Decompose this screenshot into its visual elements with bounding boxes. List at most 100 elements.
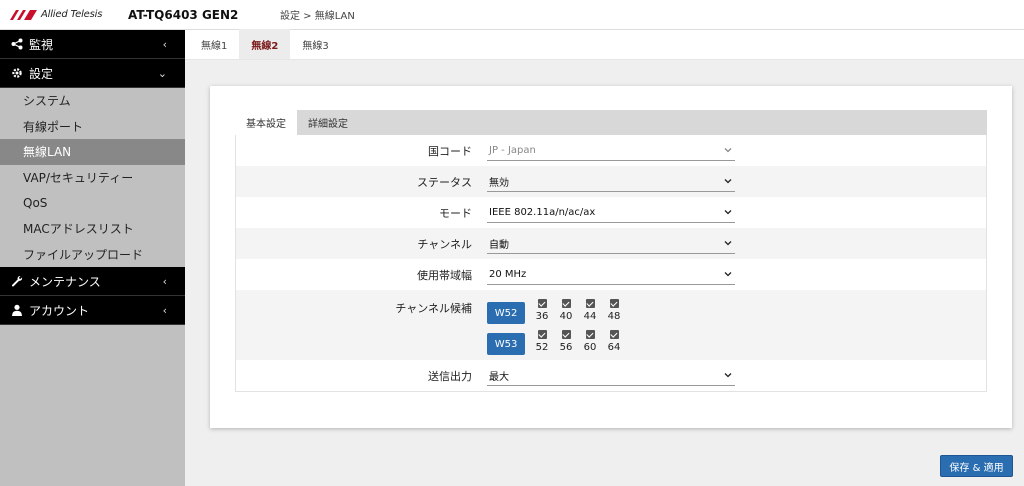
country-code-value: JP - Japan <box>489 144 536 156</box>
bandwidth-value: 20 MHz <box>489 268 527 280</box>
sidebar-section-label: 設定 <box>29 66 54 81</box>
share-icon <box>10 38 24 50</box>
sidebar: 監視 ‹ 設定 ⌄ システム 有線ポート 無線LAN VAP/セキュリティー Q… <box>0 30 185 486</box>
channel-checkbox-52[interactable]: 52 <box>530 327 554 353</box>
device-model: AT-TQ6403 GEN2 <box>128 7 239 22</box>
chevron-down-icon <box>724 272 732 277</box>
bandwidth-label: 使用帯域幅 <box>417 268 472 282</box>
radio-tabs: 無線1 無線2 無線3 <box>185 29 1024 60</box>
sidebar-item-system[interactable]: システム <box>0 88 185 114</box>
country-code-select[interactable]: JP - Japan <box>487 141 735 161</box>
brand-name: Allied Telesis <box>41 9 103 20</box>
allied-telesis-logo-icon <box>10 9 37 20</box>
channel-number: 36 <box>535 311 549 322</box>
channel-group-w53: W53 52 56 60 64 <box>487 327 747 358</box>
channel-number: 44 <box>583 311 597 322</box>
sidebar-item-file-upload[interactable]: ファイルアップロード <box>0 241 185 268</box>
status-value: 無効 <box>489 177 509 189</box>
app-header: Allied Telesis AT-TQ6403 GEN2 設定 > 無線LAN <box>0 0 1024 30</box>
chevron-down-icon: ⌄ <box>157 67 167 80</box>
checkbox-checked-icon <box>537 330 547 339</box>
channel-checkbox-40[interactable]: 40 <box>554 296 578 322</box>
chevron-down-icon <box>724 179 732 184</box>
channel-checkbox-64[interactable]: 64 <box>602 327 626 353</box>
main-content: 無線1 無線2 無線3 基本設定 詳細設定 国コード JP - Japan ステ… <box>185 29 1024 486</box>
user-icon <box>10 304 24 317</box>
chevron-down-icon <box>724 148 732 153</box>
gear-icon <box>10 67 24 79</box>
tab-radio-1[interactable]: 無線1 <box>189 29 239 59</box>
sidebar-section-settings[interactable]: 設定 ⌄ <box>0 59 185 88</box>
channel-checkbox-36[interactable]: 36 <box>530 296 554 322</box>
sidebar-section-account[interactable]: アカウント ‹ <box>0 296 185 326</box>
checkbox-checked-icon <box>609 330 619 339</box>
sidebar-section-maintenance[interactable]: メンテナンス ‹ <box>0 267 185 297</box>
bandwidth-select[interactable]: 20 MHz <box>487 265 735 285</box>
checkbox-checked-icon <box>561 299 571 308</box>
tab-radio-3[interactable]: 無線3 <box>290 29 340 59</box>
channel-number: 60 <box>583 342 597 353</box>
status-select[interactable]: 無効 <box>487 172 735 192</box>
chevron-left-icon: ‹ <box>162 38 167 51</box>
country-code-label: 国コード <box>428 144 472 158</box>
channel-checkbox-60[interactable]: 60 <box>578 327 602 353</box>
channel-select[interactable]: 自動 <box>487 234 735 254</box>
form-row-channel-candidates: チャンネル候補 W52 36 40 44 48 W53 52 56 60 64 <box>236 290 986 360</box>
chevron-left-icon: ‹ <box>162 304 167 318</box>
form-row-bandwidth: 使用帯域幅 20 MHz <box>236 259 986 290</box>
form-row-country: 国コード JP - Japan <box>236 135 986 166</box>
channel-number: 48 <box>607 311 621 322</box>
sidebar-section-monitor[interactable]: 監視 ‹ <box>0 30 185 59</box>
sidebar-section-label: メンテナンス <box>29 274 101 289</box>
sidebar-item-mac-address-list[interactable]: MACアドレスリスト <box>0 215 185 242</box>
w52-button[interactable]: W52 <box>487 302 525 324</box>
tab-advanced-settings[interactable]: 詳細設定 <box>297 110 359 135</box>
mode-label: モード <box>439 206 472 220</box>
channel-checkbox-48[interactable]: 48 <box>602 296 626 322</box>
sidebar-section-label: アカウント <box>29 303 90 318</box>
channel-group-w52: W52 36 40 44 48 <box>487 296 747 327</box>
channel-value: 自動 <box>489 239 509 251</box>
basic-settings-form: 国コード JP - Japan ステータス 無効 モード IEEE 802.11… <box>235 135 987 392</box>
mode-select[interactable]: IEEE 802.11a/n/ac/ax <box>487 203 735 223</box>
channel-label: チャンネル <box>417 237 472 251</box>
w53-button[interactable]: W53 <box>487 333 525 355</box>
chevron-down-icon <box>724 373 732 378</box>
chevron-left-icon: ‹ <box>162 275 167 289</box>
form-row-mode: モード IEEE 802.11a/n/ac/ax <box>236 197 986 228</box>
tab-radio-2[interactable]: 無線2 <box>239 29 291 59</box>
channel-checkbox-44[interactable]: 44 <box>578 296 602 322</box>
checkbox-checked-icon <box>609 299 619 308</box>
channel-number: 56 <box>559 342 573 353</box>
channel-number: 64 <box>607 342 621 353</box>
channel-checkbox-56[interactable]: 56 <box>554 327 578 353</box>
tx-power-value: 最大 <box>489 371 509 383</box>
brand-logo: Allied Telesis <box>10 9 120 21</box>
breadcrumb: 設定 > 無線LAN <box>280 11 355 22</box>
checkbox-checked-icon <box>561 330 571 339</box>
status-label: ステータス <box>417 175 472 189</box>
sidebar-item-wireless-lan[interactable]: 無線LAN <box>0 139 185 165</box>
checkbox-checked-icon <box>537 299 547 308</box>
form-row-tx-power: 送信出力 最大 <box>236 360 986 391</box>
channel-number: 40 <box>559 311 573 322</box>
sidebar-section-label: 監視 <box>29 37 54 52</box>
chevron-down-icon <box>724 210 732 215</box>
tx-power-label: 送信出力 <box>428 369 472 383</box>
channel-candidates-label: チャンネル候補 <box>395 302 472 315</box>
form-row-channel: チャンネル 自動 <box>236 228 986 259</box>
wrench-icon <box>10 275 24 287</box>
form-row-status: ステータス 無効 <box>236 166 986 197</box>
sidebar-item-qos[interactable]: QoS <box>0 190 185 216</box>
channel-number: 52 <box>535 342 549 353</box>
sidebar-item-wired-port[interactable]: 有線ポート <box>0 113 185 140</box>
settings-sub-tabs: 基本設定 詳細設定 <box>235 110 987 135</box>
tx-power-select[interactable]: 最大 <box>487 366 735 386</box>
settings-panel: 基本設定 詳細設定 国コード JP - Japan ステータス 無効 モード I… <box>210 86 1012 428</box>
checkbox-checked-icon <box>585 330 595 339</box>
save-apply-button[interactable]: 保存 & 適用 <box>940 455 1013 477</box>
chevron-down-icon <box>724 241 732 246</box>
sidebar-item-vap-security[interactable]: VAP/セキュリティー <box>0 164 185 191</box>
checkbox-checked-icon <box>585 299 595 308</box>
tab-basic-settings[interactable]: 基本設定 <box>235 110 297 135</box>
